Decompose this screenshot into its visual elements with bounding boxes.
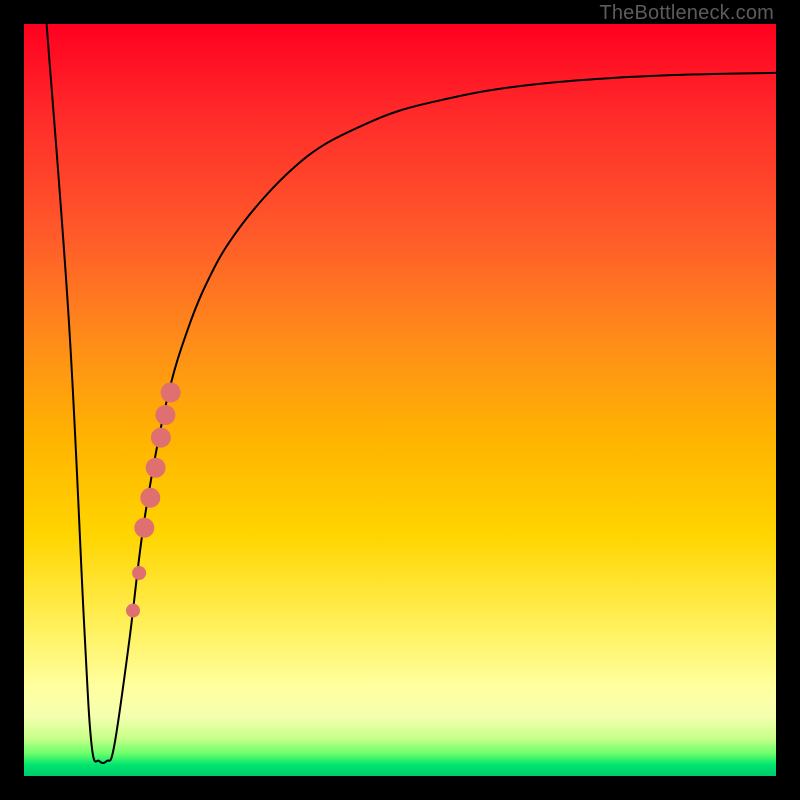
marker-point bbox=[126, 604, 140, 618]
marker-point bbox=[132, 566, 146, 580]
marker-point bbox=[155, 405, 175, 425]
highlighted-markers bbox=[126, 383, 181, 618]
marker-point bbox=[146, 458, 166, 478]
marker-point bbox=[161, 383, 181, 403]
marker-point bbox=[134, 518, 154, 538]
plot-area bbox=[24, 24, 776, 776]
marker-point bbox=[140, 488, 160, 508]
bottleneck-curve bbox=[47, 24, 776, 763]
chart-frame: TheBottleneck.com bbox=[0, 0, 800, 800]
watermark-text: TheBottleneck.com bbox=[599, 2, 774, 25]
marker-point bbox=[151, 428, 171, 448]
chart-svg bbox=[24, 24, 776, 776]
